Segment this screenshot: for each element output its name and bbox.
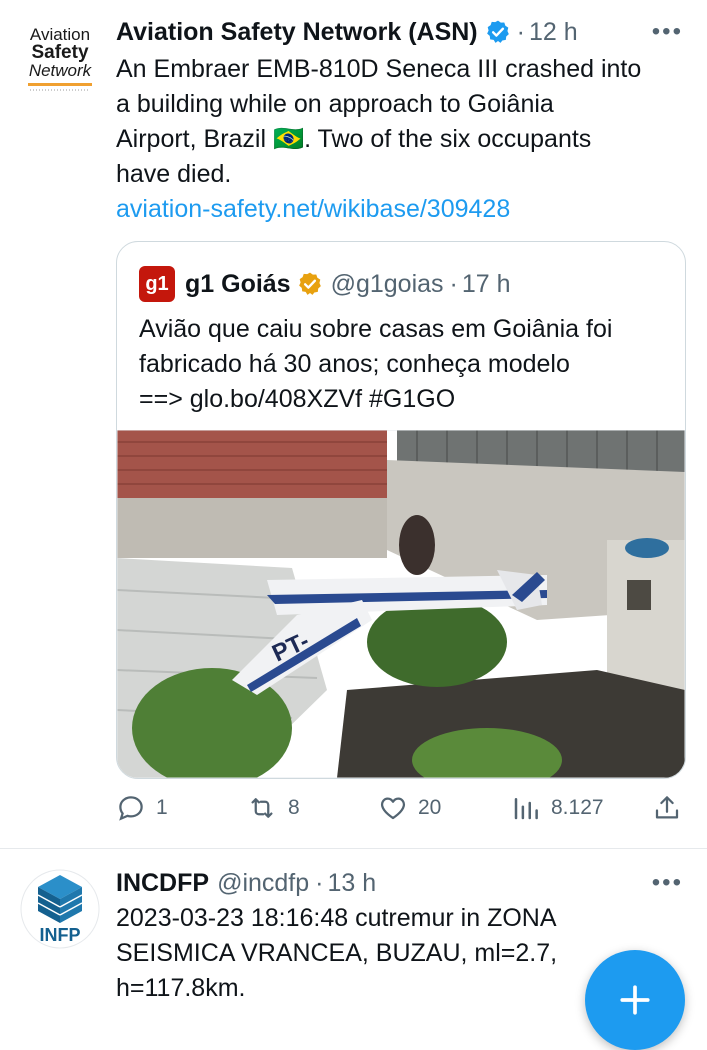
tweet-asn[interactable]: Aviation Safety Network Aviation Safety … xyxy=(0,0,707,849)
verified-badge-icon xyxy=(486,20,509,43)
compose-button[interactable] xyxy=(585,950,685,1050)
tweet-text-line: An Embraer EMB-810D Seneca III crashed i… xyxy=(116,55,642,83)
tweet-text: 2023-03-23 18:16:48 cutremur in ZONA SEI… xyxy=(116,901,557,1006)
share-icon xyxy=(655,796,679,819)
reply-icon xyxy=(119,796,143,821)
tweet-header: Aviation Safety Network (ASN) · 12 h xyxy=(116,17,578,47)
tweet-text: An Embraer EMB-810D Seneca III crashed i… xyxy=(116,52,641,227)
author-name[interactable]: Aviation Safety Network (ASN) xyxy=(116,18,478,47)
author-handle[interactable]: @incdfp xyxy=(217,869,309,898)
quoted-author-name[interactable]: g1 Goiás xyxy=(185,270,291,299)
views-icon xyxy=(514,798,538,820)
quoted-tweet[interactable]: g1 g1 Goiás @g1goias · 17 h Avião que ca… xyxy=(116,241,686,779)
tweet-text-line: 2023-03-23 18:16:48 cutremur in ZONA xyxy=(116,904,557,932)
asn-avatar[interactable]: Aviation Safety Network xyxy=(20,16,100,96)
views-button[interactable]: 8.127 xyxy=(511,790,604,826)
tweet-time[interactable]: 13 h xyxy=(327,869,376,898)
more-icon[interactable]: ••• xyxy=(652,18,683,46)
asn-logo: Aviation Safety Network xyxy=(28,25,93,91)
share-button[interactable] xyxy=(652,790,692,826)
views-count: 8.127 xyxy=(551,796,604,819)
reply-button[interactable]: 1 xyxy=(116,790,168,826)
like-icon xyxy=(380,797,406,820)
crash-photo[interactable]: PT- xyxy=(117,430,685,778)
tweet-text-line: a building while on approach to Goiânia xyxy=(116,90,554,118)
svg-text:Safety: Safety xyxy=(31,42,88,63)
quoted-tweet-header: g1 g1 Goiás @g1goias · 17 h xyxy=(139,266,511,302)
quoted-text-line: fabricado há 30 anos; conheça modelo xyxy=(139,350,570,378)
quoted-handle[interactable]: @g1goias xyxy=(331,270,444,299)
tweet-text-line: h=117.8km. xyxy=(116,974,246,1002)
tweet-time[interactable]: 12 h xyxy=(529,18,578,47)
quoted-text-line: Avião que caiu sobre casas em Goiânia fo… xyxy=(139,315,613,343)
tweet-header: INCDFP @incdfp · 13 h xyxy=(116,868,377,898)
quoted-text: Avião que caiu sobre casas em Goiânia fo… xyxy=(139,312,669,417)
verified-badge-icon xyxy=(298,272,321,295)
g1-logo: g1 xyxy=(139,266,175,302)
retweet-count: 8 xyxy=(288,796,300,819)
tweet-link[interactable]: aviation-safety.net/wikibase/309428 xyxy=(116,192,641,227)
infp-logo: INFP xyxy=(20,869,100,949)
svg-text:Network: Network xyxy=(29,61,93,80)
tweet-actions: 1 8 20 8.127 xyxy=(116,790,686,826)
author-name[interactable]: INCDFP xyxy=(116,869,209,898)
quoted-text-line: ==> glo.bo/408XZVf #G1GO xyxy=(139,385,456,413)
incdfp-avatar[interactable]: INFP xyxy=(20,869,100,949)
more-icon[interactable]: ••• xyxy=(652,869,683,897)
tweet-text-line: Airport, Brazil 🇧🇷. Two of the six occup… xyxy=(116,125,592,153)
svg-text:INFP: INFP xyxy=(39,925,80,945)
tweet-text-line: have died. xyxy=(116,160,232,188)
tweet-text-line: SEISMICA VRANCEA, BUZAU, ml=2.7, xyxy=(116,939,558,967)
like-button[interactable]: 20 xyxy=(378,790,441,826)
compose-plus-icon xyxy=(620,985,650,1015)
reply-count: 1 xyxy=(156,796,168,819)
retweet-button[interactable]: 8 xyxy=(246,790,300,826)
like-count: 20 xyxy=(418,796,442,819)
quoted-time: 17 h xyxy=(461,269,511,298)
retweet-icon xyxy=(251,798,273,818)
